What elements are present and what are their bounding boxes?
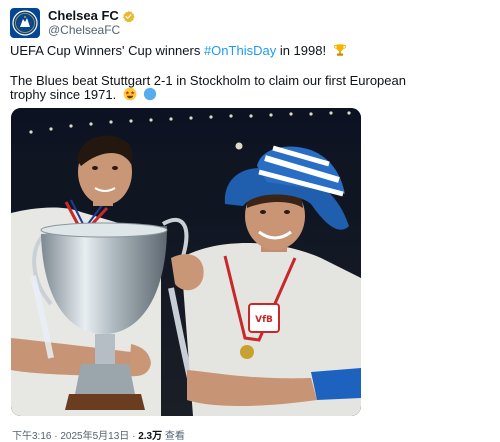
svg-text:VfB: VfB [255,315,273,325]
trophy-celebration-photo: VfB [11,108,361,416]
star-struck-face-icon [123,87,137,101]
tweet-text-prefix: UEFA Cup Winners' Cup winners [10,43,204,58]
tweet-text-line-1: UEFA Cup Winners' Cup winners #OnThisDay… [10,42,347,59]
avatar[interactable] [10,8,40,38]
tweet-photo[interactable]: VfB [11,108,361,416]
meta-separator: · [54,431,58,442]
tweet-header: Chelsea FC @ChelseaFC [10,8,135,38]
tweet-text-suffix: in 1998! [276,43,327,58]
views-count: 2.3万 [138,431,163,442]
author-handle[interactable]: @ChelseaFC [48,23,135,37]
chelsea-crest-icon [12,10,38,36]
blue-circle-icon [144,87,157,101]
tweet-date[interactable]: 2025年5月13日 [60,431,129,442]
display-name[interactable]: Chelsea FC [48,9,119,23]
tweet-time[interactable]: 下午3:16 [12,431,51,442]
tweet-card: Chelsea FC @ChelseaFC UEFA Cup Winners' … [0,0,500,442]
author-names: Chelsea FC @ChelseaFC [48,9,135,37]
meta-separator: · [132,431,136,442]
display-name-row: Chelsea FC [48,9,135,23]
views-label: 查看 [164,431,185,442]
trophy-icon [333,44,346,56]
verified-badge-icon [122,10,135,22]
tweet-text-line-3: trophy since 1971. [10,86,157,103]
tweet-text-line-3-content: trophy since 1971. [10,87,117,102]
hashtag-link[interactable]: #OnThisDay [204,43,276,58]
